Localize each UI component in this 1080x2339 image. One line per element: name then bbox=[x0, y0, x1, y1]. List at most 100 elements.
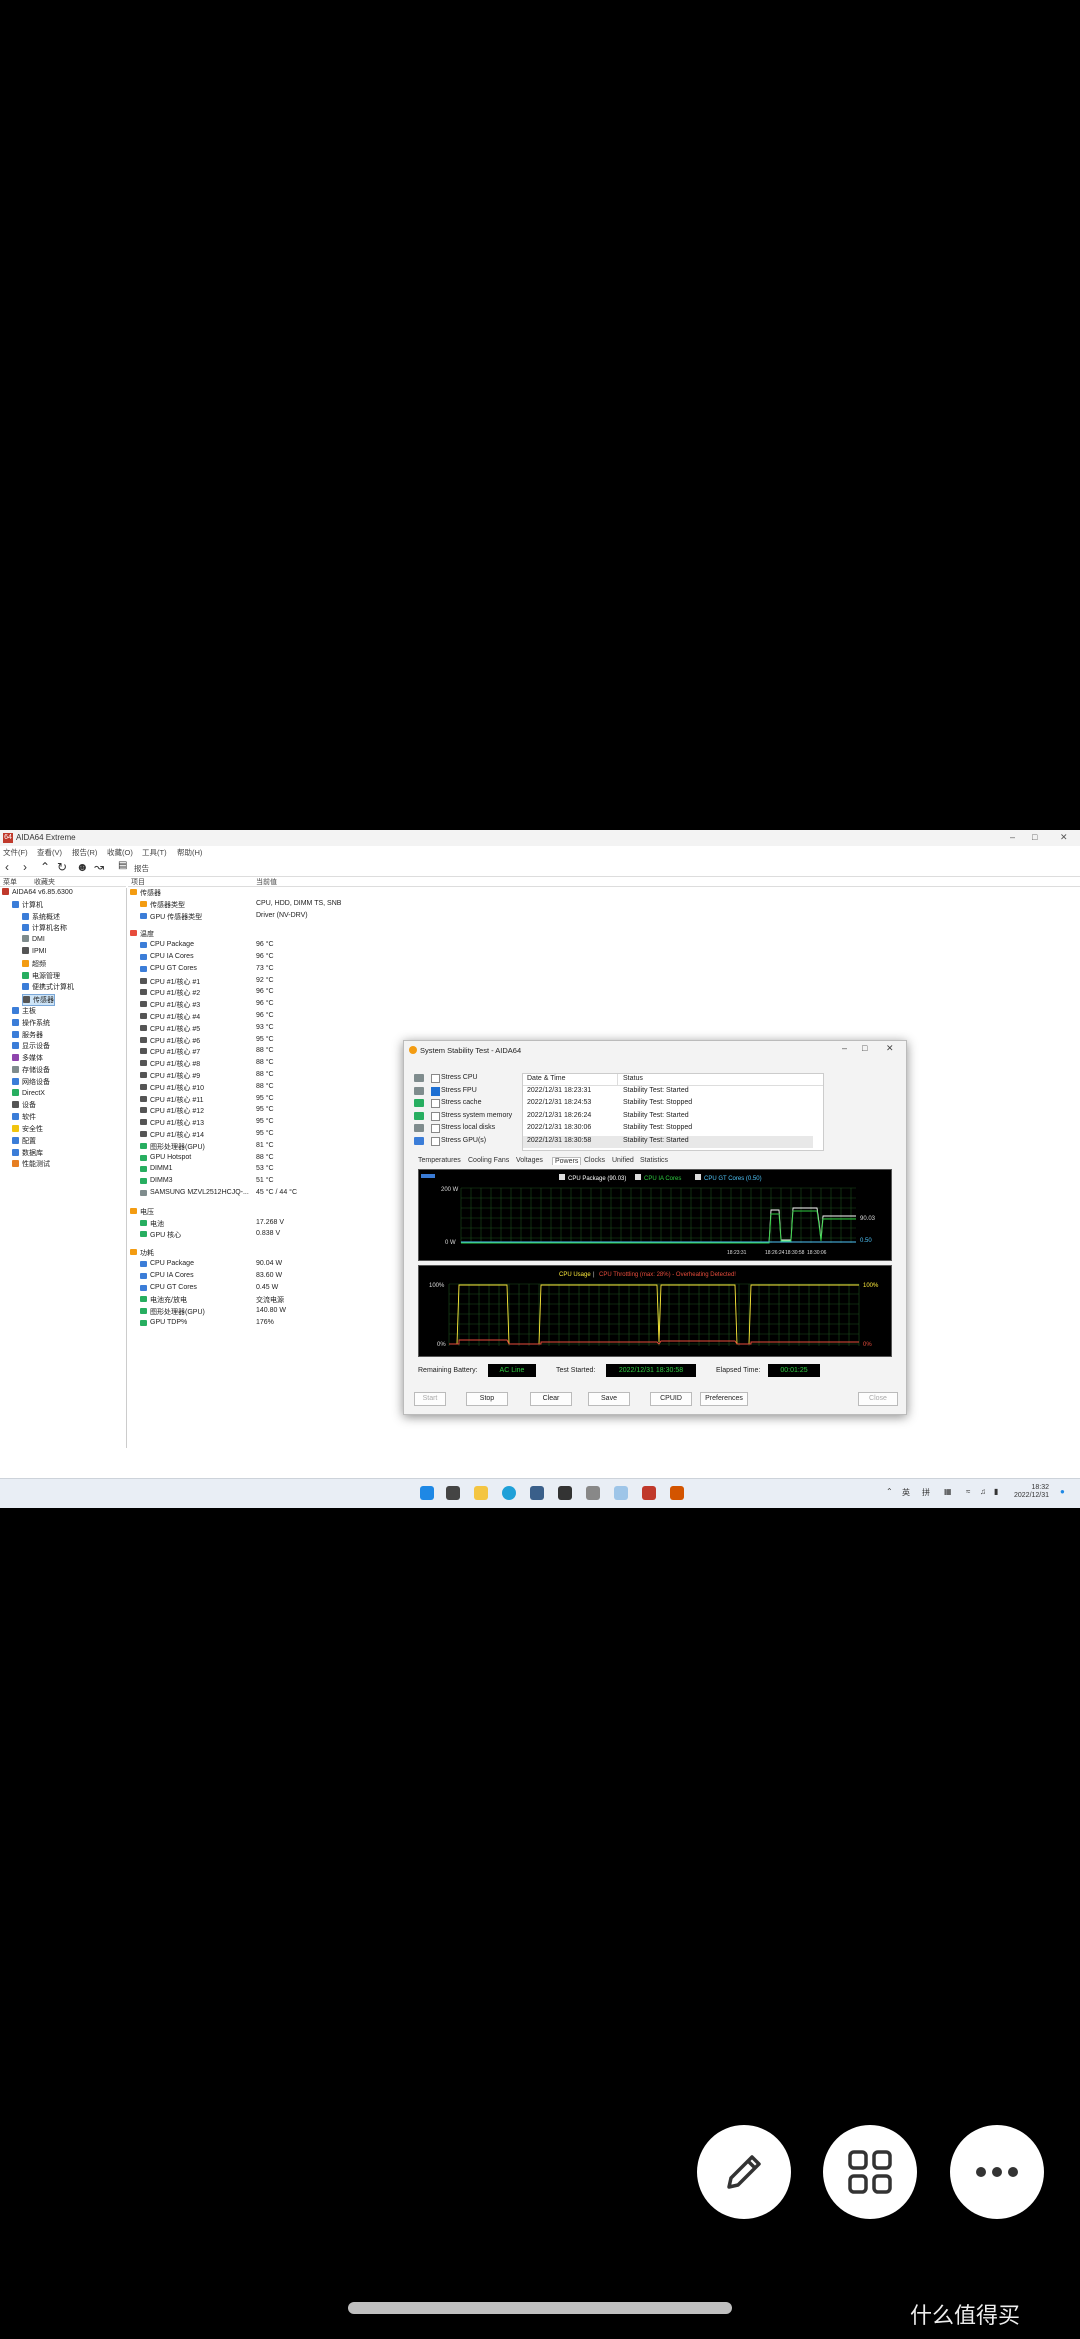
start-button[interactable]: Start bbox=[414, 1392, 446, 1406]
report-icon[interactable]: ▤ bbox=[118, 860, 127, 871]
tray-chevron-icon[interactable]: ⌃ bbox=[886, 1487, 893, 1496]
tab-unified[interactable]: Unified bbox=[612, 1157, 634, 1164]
stress-option[interactable]: Stress GPU(s) bbox=[414, 1136, 524, 1148]
stress-option[interactable]: Stress local disks bbox=[414, 1123, 524, 1135]
sensor-row[interactable]: CPU #1/核心 #2 96 °C bbox=[128, 988, 528, 999]
section-header[interactable]: 温度 bbox=[128, 929, 528, 940]
menu-tools[interactable]: 工具(T) bbox=[142, 847, 167, 858]
close-button[interactable]: Close bbox=[858, 1392, 898, 1406]
column-item[interactable]: 项目 bbox=[131, 877, 145, 887]
log-row[interactable]: 2022/12/31 18:30:58 Stability Test: Start… bbox=[523, 1135, 813, 1148]
log-row[interactable]: 2022/12/31 18:26:24 Stability Test: Start… bbox=[523, 1111, 813, 1123]
sensor-row[interactable]: GPU 传感器类型 Driver (NV-DRV) bbox=[128, 912, 528, 923]
stress-checkbox[interactable] bbox=[431, 1086, 440, 1096]
stress-checkbox[interactable] bbox=[431, 1099, 440, 1109]
home-indicator[interactable] bbox=[348, 2302, 732, 2314]
log-row[interactable]: 2022/12/31 18:23:31 Stability Test: Start… bbox=[523, 1086, 813, 1098]
ime-indicator-2[interactable]: 拼 bbox=[922, 1487, 930, 1498]
forward-icon[interactable]: › bbox=[23, 860, 27, 874]
menu-file[interactable]: 文件(F) bbox=[3, 847, 28, 858]
close-icon[interactable]: ✕ bbox=[1060, 832, 1068, 843]
taskview-icon[interactable] bbox=[446, 1486, 460, 1500]
tree-item[interactable]: DMI bbox=[22, 935, 45, 943]
back-icon[interactable]: ‹ bbox=[5, 860, 9, 874]
aida64-taskbar-icon[interactable] bbox=[642, 1486, 656, 1500]
menu-help[interactable]: 帮助(H) bbox=[177, 847, 202, 858]
tab-clocks[interactable]: Clocks bbox=[584, 1157, 605, 1164]
tab-powers[interactable]: Powers bbox=[552, 1157, 582, 1165]
tree-item[interactable]: 网络设备 bbox=[12, 1077, 50, 1087]
tab-favorites[interactable]: 收藏夹 bbox=[34, 877, 55, 887]
tree-item[interactable]: 操作系统 bbox=[12, 1018, 50, 1028]
refresh-icon[interactable]: ↻ bbox=[57, 860, 67, 874]
explorer-icon[interactable] bbox=[474, 1486, 488, 1500]
tree-item[interactable]: 显示设备 bbox=[12, 1041, 50, 1051]
stress-checkbox[interactable] bbox=[431, 1137, 440, 1146]
log-row[interactable]: 2022/12/31 18:30:06 Stability Test: Stopp… bbox=[523, 1123, 813, 1135]
battery-icon[interactable]: ▮ bbox=[994, 1487, 998, 1496]
tree-item[interactable]: 主板 bbox=[12, 1006, 36, 1016]
settings-icon[interactable] bbox=[558, 1486, 572, 1500]
column-value[interactable]: 当前值 bbox=[256, 877, 277, 887]
app-icon-1[interactable] bbox=[586, 1486, 600, 1500]
save-button[interactable]: Save bbox=[588, 1392, 630, 1406]
stress-option[interactable]: Stress FPU bbox=[414, 1086, 524, 1098]
sensor-row[interactable]: 传感器类型 CPU, HDD, DIMM TS, SNB bbox=[128, 900, 528, 911]
sensor-row[interactable]: CPU Package 96 °C bbox=[128, 941, 528, 952]
tab-menu[interactable]: 菜单 bbox=[3, 877, 17, 887]
dialog-maximize-icon[interactable]: □ bbox=[862, 1043, 867, 1053]
tree-item[interactable]: 计算机 bbox=[12, 900, 43, 910]
app-icon-2[interactable] bbox=[614, 1486, 628, 1500]
stress-option[interactable]: Stress CPU bbox=[414, 1073, 524, 1085]
tree-item[interactable]: 数据库 bbox=[12, 1148, 43, 1158]
more-button[interactable] bbox=[950, 2125, 1044, 2219]
tree-item[interactable]: 多媒体 bbox=[12, 1053, 43, 1063]
sensor-row[interactable]: CPU #1/核心 #3 96 °C bbox=[128, 1000, 528, 1011]
stress-option[interactable]: Stress system memory bbox=[414, 1111, 524, 1123]
ime-indicator-1[interactable]: 英 bbox=[902, 1487, 910, 1498]
tree-item[interactable]: DirectX bbox=[12, 1088, 45, 1097]
sensor-row[interactable]: CPU IA Cores 96 °C bbox=[128, 953, 528, 964]
sensor-row[interactable]: CPU #1/核心 #5 93 °C bbox=[128, 1024, 528, 1035]
store-icon[interactable] bbox=[530, 1486, 544, 1500]
preferences-button[interactable]: Preferences bbox=[700, 1392, 748, 1406]
user-icon[interactable]: ☻ bbox=[76, 860, 89, 874]
sensor-row[interactable]: CPU GT Cores 73 °C bbox=[128, 965, 528, 976]
sensor-row[interactable]: CPU #1/核心 #1 92 °C bbox=[128, 977, 528, 988]
clear-button[interactable]: Clear bbox=[530, 1392, 572, 1406]
tree-item[interactable]: 配置 bbox=[12, 1136, 36, 1146]
chart-icon[interactable]: ↝ bbox=[94, 860, 104, 874]
tree-item[interactable]: AIDA64 v6.85.6300 bbox=[2, 888, 73, 896]
stress-checkbox[interactable] bbox=[431, 1074, 440, 1083]
sensor-row[interactable]: CPU #1/核心 #4 96 °C bbox=[128, 1012, 528, 1023]
up-icon[interactable]: ⌃ bbox=[40, 860, 50, 874]
report-button[interactable]: 报告 bbox=[134, 863, 149, 874]
tree-item[interactable]: 存储设备 bbox=[12, 1065, 50, 1075]
tab-cooling-fans[interactable]: Cooling Fans bbox=[468, 1157, 509, 1164]
keyboard-icon[interactable]: ▦ bbox=[944, 1487, 952, 1496]
tree-item[interactable]: 性能测试 bbox=[12, 1159, 50, 1169]
stop-button[interactable]: Stop bbox=[466, 1392, 508, 1406]
menu-view[interactable]: 查看(V) bbox=[37, 847, 62, 858]
tree-item[interactable]: 服务器 bbox=[12, 1030, 43, 1040]
start-icon[interactable] bbox=[420, 1486, 434, 1500]
cpuid-button[interactable]: CPUID bbox=[650, 1392, 692, 1406]
menu-report[interactable]: 报告(R) bbox=[72, 847, 97, 858]
tree-item[interactable]: IPMI bbox=[22, 947, 46, 955]
tree-item[interactable]: 设备 bbox=[12, 1100, 36, 1110]
tab-voltages[interactable]: Voltages bbox=[516, 1157, 543, 1164]
tree-item[interactable]: 安全性 bbox=[12, 1124, 43, 1134]
tree-item[interactable]: 传感器 bbox=[22, 994, 55, 1007]
taskbar-clock[interactable]: 18:32 2022/12/31 bbox=[1014, 1484, 1049, 1500]
log-row[interactable]: 2022/12/31 18:24:53 Stability Test: Stopp… bbox=[523, 1098, 813, 1110]
wifi-icon[interactable]: ≈ bbox=[966, 1487, 970, 1496]
edge-icon[interactable] bbox=[502, 1486, 516, 1500]
tree-item[interactable]: 电源管理 bbox=[22, 971, 60, 981]
tree-item[interactable]: 便携式计算机 bbox=[22, 982, 74, 992]
app-icon-3[interactable] bbox=[670, 1486, 684, 1500]
volume-icon[interactable]: ♫ bbox=[980, 1487, 986, 1496]
stress-checkbox[interactable] bbox=[431, 1124, 440, 1134]
edit-button[interactable] bbox=[697, 2125, 791, 2219]
section-header[interactable]: 传感器 bbox=[128, 888, 528, 899]
grid-button[interactable] bbox=[823, 2125, 917, 2219]
